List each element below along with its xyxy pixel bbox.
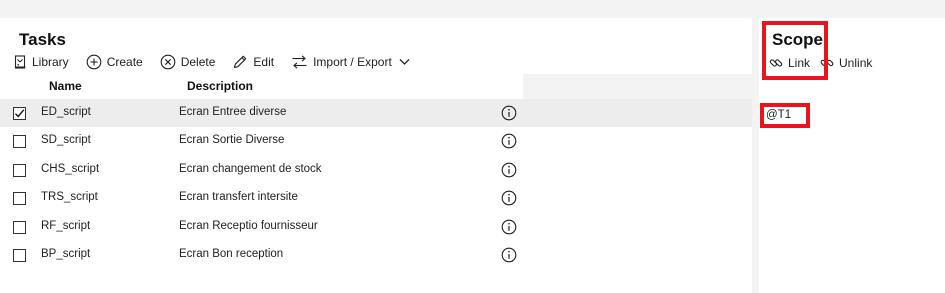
pencil-icon [234, 55, 247, 69]
task-description: Ecran Entree diverse [179, 106, 287, 118]
table-row[interactable]: ED_script Ecran Entree diverse [0, 99, 752, 128]
task-name: SD_script [41, 134, 91, 147]
delete-button[interactable]: Delete [160, 52, 216, 72]
x-circle-icon [160, 54, 176, 70]
tasks-panel: Tasks Library Create Delete Edit Import … [0, 18, 752, 293]
library-icon [14, 55, 26, 69]
column-header-description[interactable]: Description [187, 79, 253, 93]
row-checkbox[interactable] [13, 107, 26, 120]
tasks-title: Tasks [19, 30, 66, 49]
scope-panel: Scope Link Unlink @T1 [759, 18, 945, 293]
library-button[interactable]: Library [14, 52, 69, 72]
table-row[interactable]: RF_script Ecran Receptio fournisseur [0, 213, 752, 241]
task-name: TRS_script [41, 191, 98, 204]
task-name: RF_script [41, 219, 91, 232]
info-icon[interactable] [501, 247, 517, 263]
info-icon[interactable] [501, 219, 517, 235]
chevron-down-icon [399, 59, 410, 65]
row-checkbox[interactable] [13, 163, 26, 177]
create-label: Create [106, 55, 143, 69]
tasks-table-body: ED_script Ecran Entree diverse SD_script… [0, 99, 752, 269]
table-row[interactable]: BP_script Ecran Bon reception [0, 241, 752, 269]
task-name: BP_script [41, 247, 91, 260]
info-icon[interactable] [501, 162, 517, 178]
delete-label: Delete [180, 55, 216, 69]
task-description: Ecran transfert intersite [179, 191, 298, 204]
header-divider-strip [523, 74, 752, 99]
edit-button[interactable]: Edit [232, 52, 274, 72]
table-header: Name Description [0, 78, 523, 96]
scope-item-highlight-box [760, 103, 810, 128]
task-description: Ecran Receptio fournisseur [179, 219, 318, 232]
tasks-toolbar: Library Create Delete Edit Import / Expo… [14, 52, 432, 72]
task-description: Ecran changement de stock [179, 162, 322, 175]
row-checkbox[interactable] [13, 135, 26, 149]
plus-circle-icon [86, 54, 102, 70]
import-export-button[interactable]: Import / Export [291, 52, 415, 72]
checkmark-icon [15, 109, 25, 118]
info-icon[interactable] [501, 190, 517, 206]
task-description: Ecran Sortie Diverse [179, 134, 285, 147]
row-checkbox[interactable] [13, 220, 26, 234]
task-name: CHS_script [41, 162, 100, 175]
table-row[interactable]: TRS_script Ecran transfert intersite [0, 184, 752, 212]
unlink-label: Unlink [839, 56, 873, 70]
info-icon[interactable] [501, 105, 517, 121]
library-label: Library [32, 55, 69, 69]
scope-highlight-box [762, 21, 828, 80]
import-export-icon [292, 55, 307, 69]
table-row[interactable]: SD_script Ecran Sortie Diverse [0, 127, 752, 155]
edit-label: Edit [253, 55, 275, 69]
row-checkbox[interactable] [13, 248, 26, 262]
info-icon[interactable] [501, 133, 517, 149]
import-export-label: Import / Export [313, 55, 392, 69]
task-name: ED_script [41, 106, 91, 118]
row-checkbox[interactable] [13, 192, 26, 206]
table-row[interactable]: CHS_script Ecran changement de stock [0, 156, 752, 184]
column-header-name[interactable]: Name [49, 79, 82, 93]
create-button[interactable]: Create [86, 52, 143, 72]
task-description: Ecran Bon reception [179, 247, 284, 260]
